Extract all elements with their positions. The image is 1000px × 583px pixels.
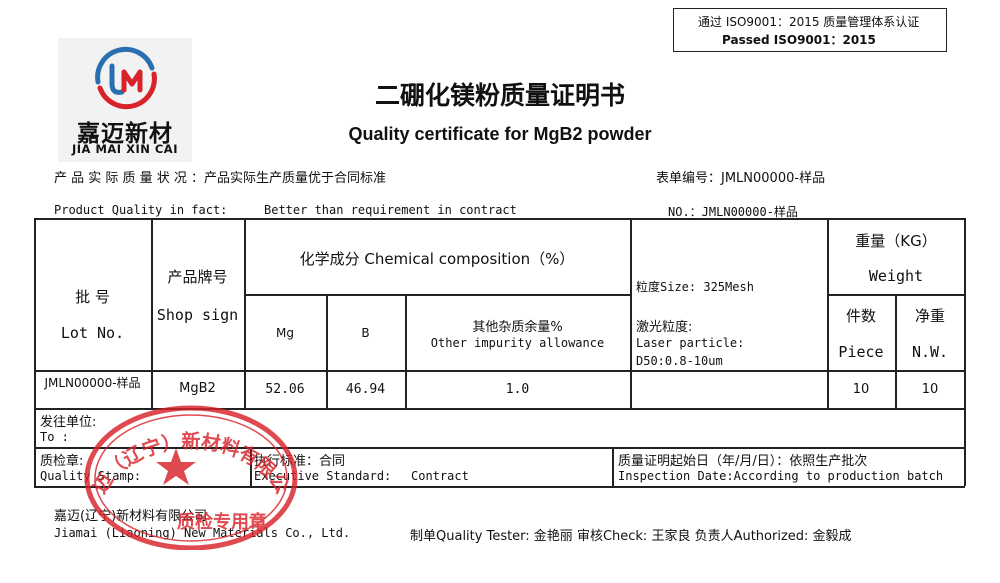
inspection-date-en: Inspection Date:According to production … (618, 469, 944, 483)
piece-header-cn: 件数 (845, 307, 876, 325)
row-other: 1.0 (505, 382, 530, 397)
size-line3: Laser particle: (636, 336, 745, 350)
row-shop-sign: MgB2 (179, 381, 216, 396)
iso-line-cn: 通过 ISO9001：2015 质量管理体系认证 (698, 15, 920, 29)
piece-header-en: Piece (838, 343, 884, 361)
nw-header-cn: 净重 (914, 307, 945, 325)
size-line4: D50:0.8-10um (636, 354, 723, 368)
title-en: Quality certificate for MgB2 powder (348, 124, 652, 144)
consignee-en: To : (40, 430, 69, 444)
chemical-composition-header: 化学成分 Chemical composition（%） (299, 250, 575, 268)
mg-header: Mg (276, 326, 294, 340)
row-lot: JMLN00000-样品 (44, 376, 141, 390)
seal-center-text: 质检专用章 (177, 511, 267, 533)
lot-header-cn: 批 号 (75, 288, 110, 306)
iso-certification-box: 通过 ISO9001：2015 质量管理体系认证 Passed ISO9001：… (673, 8, 947, 52)
executive-standard-en-value: Contract (411, 469, 469, 483)
quality-status-en-value: Better than requirement in contract (264, 203, 517, 217)
quality-inspection-seal: 嘉迈（辽宁）新材料有限公司 质检专用章 (82, 400, 298, 550)
row-piece: 10 (852, 382, 870, 397)
form-number-cn: 表单编号：JMLN00000-样品 (656, 171, 826, 186)
size-line2: 激光粒度: (636, 320, 693, 335)
shop-sign-header-cn: 产品牌号 (167, 268, 228, 286)
nw-header-en: N.W. (911, 343, 949, 361)
row-nw: 10 (921, 382, 939, 397)
title-cn: 二硼化镁粉质量证明书 (374, 81, 625, 110)
quality-stamp-cn: 质检章: (40, 454, 84, 469)
iso-line-en: Passed ISO9001：2015 (722, 33, 876, 47)
other-impurity-header-cn: 其他杂质余量% (472, 320, 563, 335)
row-b: 46.94 (345, 382, 386, 397)
lot-header-en: Lot No. (60, 324, 125, 342)
inspection-date-cn: 质量证明起始日（年/月/日）：依照生产批次 (618, 454, 868, 469)
shop-sign-header-en: Shop sign (156, 306, 239, 324)
quality-status-cn: 产 品 实 际 质 量 状 况 ：产品实际生产质量优于合同标准 (54, 171, 387, 186)
quality-status-en-label: Product Quality in fact: (54, 203, 228, 217)
signatures-line: 制单Quality Tester: 金艳丽 审核Check: 王家良 负责人Au… (410, 529, 852, 544)
weight-header-cn: 重量（KG） (855, 232, 937, 250)
weight-header-en: Weight (868, 267, 924, 285)
b-header: B (361, 326, 370, 340)
other-impurity-header-en: Other impurity allowance (430, 336, 605, 350)
size-line1: 粒度Size: 325Mesh (636, 280, 754, 294)
row-mg: 52.06 (265, 382, 305, 397)
